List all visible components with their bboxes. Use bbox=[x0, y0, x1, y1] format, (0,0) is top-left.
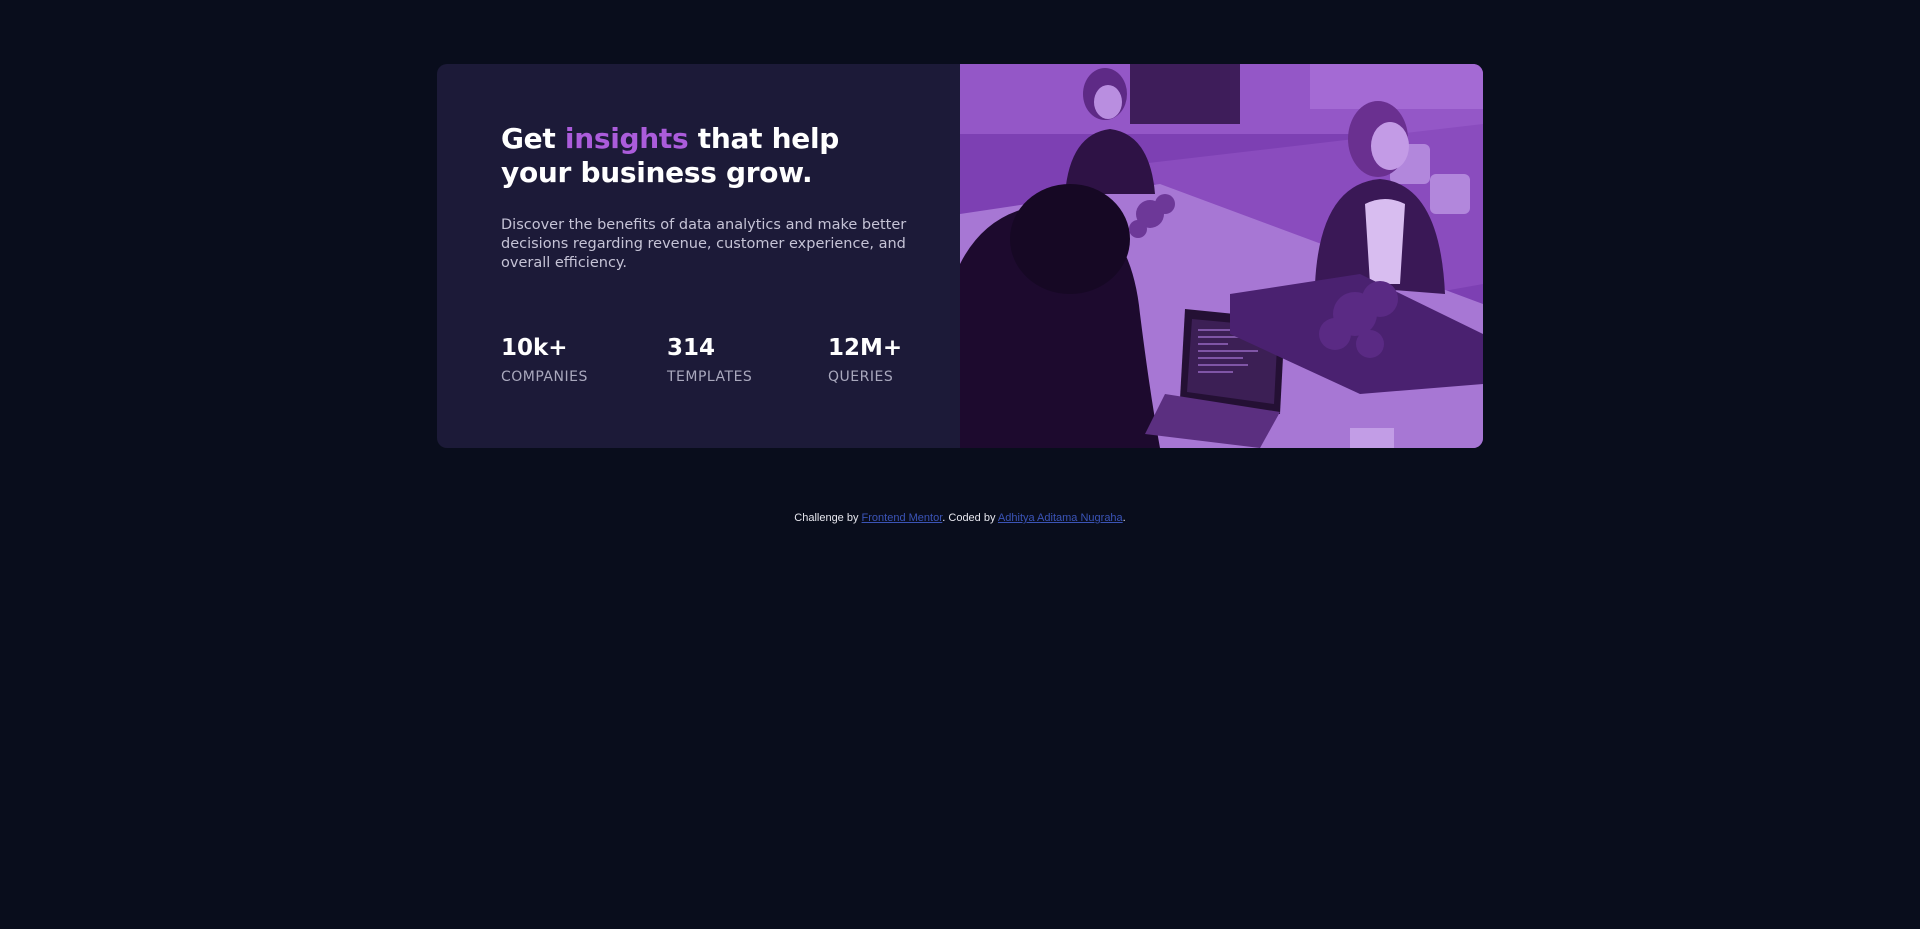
office-team-photo bbox=[960, 64, 1483, 448]
stat-value: 12M+ bbox=[828, 335, 903, 361]
stat-label: TEMPLATES bbox=[667, 369, 753, 385]
hero-title: Get insights that help your business gro… bbox=[501, 122, 901, 190]
stat-templates: 314 TEMPLATES bbox=[667, 334, 752, 386]
author-link[interactable]: Adhitya Aditama Nugraha bbox=[998, 512, 1123, 524]
footer-prefix: Challenge by bbox=[794, 512, 862, 524]
hero-description: Discover the benefits of data analytics … bbox=[501, 217, 907, 271]
office-team-photo-icon bbox=[960, 64, 1483, 448]
frontend-mentor-link[interactable]: Frontend Mentor bbox=[862, 512, 943, 524]
stat-value: 314 bbox=[667, 335, 716, 361]
stat-companies: 10k+ COMPANIES bbox=[501, 334, 588, 386]
footer-suffix: . bbox=[1122, 512, 1126, 524]
attribution-footer: Challenge by Frontend Mentor. Coded by A… bbox=[0, 512, 1920, 524]
footer-middle: . Coded by bbox=[942, 512, 998, 524]
hero-title-accent: insights bbox=[564, 122, 689, 155]
stats-row: 10k+ COMPANIES 314 TEMPLATES 12M+ QUERIE… bbox=[501, 334, 921, 394]
stat-label: QUERIES bbox=[828, 369, 894, 385]
hero-title-part1: Get bbox=[501, 122, 565, 155]
stat-queries: 12M+ QUERIES bbox=[828, 334, 902, 386]
stat-value: 10k+ bbox=[501, 335, 568, 361]
stats-preview-card: Get insights that help your business gro… bbox=[437, 64, 1483, 448]
card-content: Get insights that help your business gro… bbox=[437, 64, 960, 448]
stat-label: COMPANIES bbox=[501, 369, 588, 385]
